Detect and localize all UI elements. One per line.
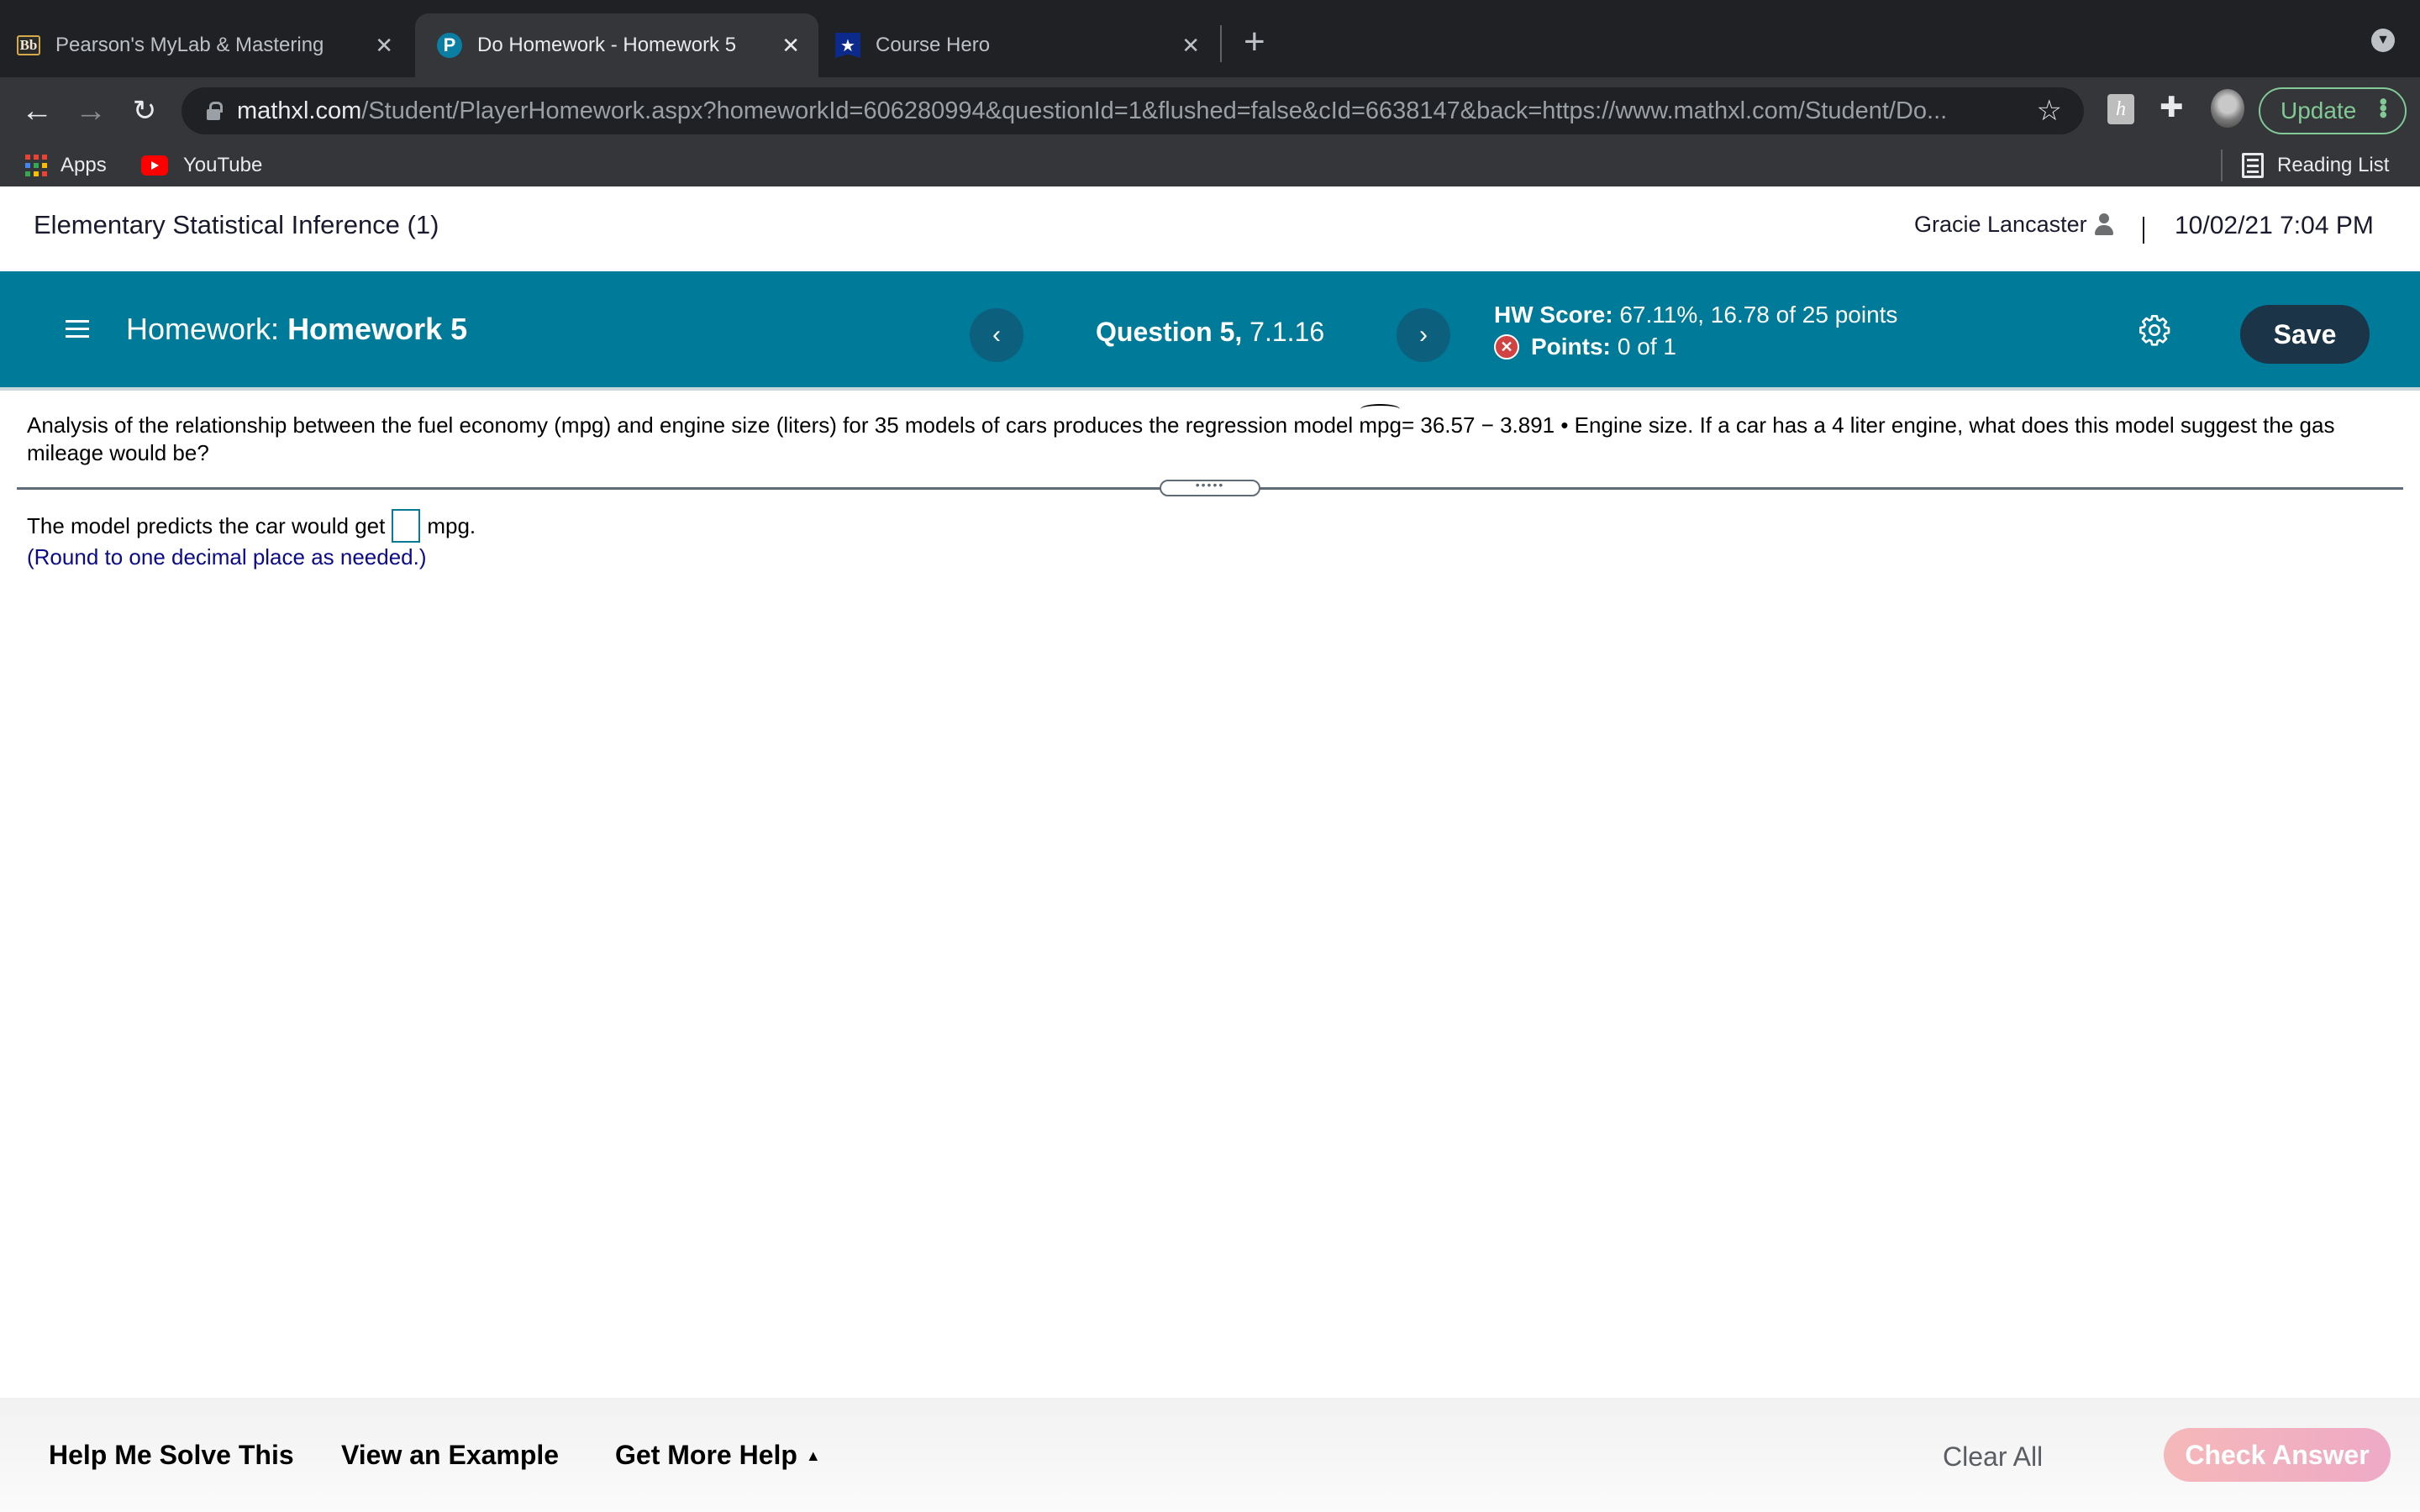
clear-all-button[interactable]: Clear All	[1943, 1441, 2043, 1473]
model-variable-hat: mpg	[1359, 404, 1402, 438]
hamburger-menu-icon[interactable]	[66, 320, 89, 339]
close-tab-icon[interactable]: ✕	[1181, 33, 1200, 59]
close-tab-icon[interactable]: ✕	[375, 33, 393, 59]
homework-name: Homework 5	[287, 312, 468, 346]
bookmarks-bar: Apps YouTube Reading List	[0, 144, 2420, 186]
browser-toolbar: ← → ↻ mathxl.com/Student/PlayerHomework.…	[0, 77, 2420, 144]
answer-suffix: mpg.	[427, 512, 476, 538]
previous-question-button[interactable]: ‹	[970, 308, 1023, 362]
new-tab-button[interactable]: +	[1244, 18, 1265, 66]
address-bar[interactable]: mathxl.com/Student/PlayerHomework.aspx?h…	[182, 87, 2084, 134]
more-menu-icon[interactable]: •••	[2370, 97, 2396, 117]
hw-score-label: HW Score:	[1494, 302, 1613, 328]
tab-course-hero[interactable]: ★ Course Hero ✕	[835, 13, 1213, 77]
extensions-puzzle-icon[interactable]: ✚	[2160, 91, 2184, 124]
lock-icon	[207, 102, 223, 120]
tab-do-homework[interactable]: P Do Homework - Homework 5 ✕	[415, 13, 818, 77]
get-more-help-button[interactable]: Get More Help ▲	[615, 1440, 821, 1471]
back-arrow-icon[interactable]: ←	[13, 87, 60, 134]
coursehero-icon: ★	[835, 33, 860, 58]
hw-score: HW Score: 67.11%, 16.78 of 25 points	[1494, 302, 1897, 328]
datetime: 10/02/21 7:04 PM	[2175, 212, 2374, 239]
save-button[interactable]: Save	[2240, 305, 2370, 364]
question-id: 7.1.16	[1249, 317, 1325, 347]
get-more-help-label: Get More Help	[615, 1440, 797, 1470]
model-equation: = 36.57 − 3.891 • Engine size.	[1401, 412, 1694, 438]
question-number: Question 5,	[1096, 317, 1243, 347]
forward-arrow-icon[interactable]: →	[67, 87, 114, 134]
extension-h-icon[interactable]: h	[2107, 94, 2134, 124]
hw-score-value: 67.11%, 16.78 of 25 points	[1619, 302, 1898, 328]
question-text: Analysis of the relationship between the…	[27, 404, 2380, 467]
caret-up-icon: ▲	[805, 1447, 821, 1464]
reading-list-icon	[2242, 153, 2264, 178]
bookmark-label: Apps	[60, 154, 107, 176]
reading-list-button[interactable]: Reading List	[2242, 151, 2389, 180]
check-answer-button[interactable]: Check Answer	[2164, 1428, 2391, 1482]
bookmark-apps[interactable]: Apps	[25, 151, 107, 180]
settings-gear-icon[interactable]	[2138, 313, 2171, 347]
answer-prefix: The model predicts the car would get	[27, 512, 386, 538]
tab-title: Pearson's MyLab & Mastering	[55, 34, 324, 56]
apps-grid-icon	[25, 155, 47, 176]
next-question-button[interactable]: ›	[1397, 308, 1450, 362]
view-example-button[interactable]: View an Example	[341, 1440, 559, 1471]
youtube-icon	[141, 155, 168, 176]
profile-avatar[interactable]	[2211, 89, 2244, 128]
close-tab-icon[interactable]: ✕	[781, 33, 800, 59]
tab-title: Do Homework - Homework 5	[477, 34, 737, 56]
browser-tab-strip: Bb Pearson's MyLab & Mastering ✕ P Do Ho…	[0, 0, 2420, 77]
tab-pearsons-mylab[interactable]: Bb Pearson's MyLab & Mastering ✕	[17, 13, 412, 77]
rounding-hint: (Round to one decimal place as needed.)	[27, 544, 427, 570]
mpg-answer-input[interactable]	[392, 509, 421, 543]
header-separator	[2143, 217, 2144, 244]
question-points: ✕ Points: 0 of 1	[1494, 333, 1676, 360]
bookmarks-separator	[2221, 150, 2223, 181]
url-text[interactable]: mathxl.com/Student/PlayerHomework.aspx?h…	[237, 97, 2002, 125]
reload-icon[interactable]: ↻	[121, 87, 168, 134]
reading-list-label: Reading List	[2277, 154, 2390, 176]
points-value: 0 of 1	[1617, 333, 1676, 360]
points-label: Points:	[1531, 333, 1611, 360]
course-title[interactable]: Elementary Statistical Inference (1)	[34, 210, 439, 240]
tab-separator	[1220, 25, 1222, 62]
tab-title: Course Hero	[876, 34, 991, 56]
pearson-icon: P	[437, 33, 462, 58]
homework-nav-bar: Homework: Homework 5 ‹ Question 5, 7.1.1…	[0, 271, 2420, 387]
tab-search-icon[interactable]: ▼	[2371, 29, 2395, 52]
course-header: Elementary Statistical Inference (1) Gra…	[0, 186, 2420, 271]
pane-resize-handle[interactable]: •••••	[1160, 479, 1260, 496]
user-icon[interactable]	[2094, 213, 2114, 237]
user-name[interactable]: Gracie Lancaster	[1914, 212, 2087, 238]
help-me-solve-button[interactable]: Help Me Solve This	[49, 1440, 294, 1471]
help-footer: Help Me Solve This View an Example Get M…	[0, 1398, 2420, 1512]
question-label: Question 5, 7.1.16	[1096, 317, 1324, 348]
question-text-before: Analysis of the relationship between the…	[27, 412, 1354, 438]
update-label: Update	[2281, 97, 2357, 123]
update-button[interactable]: Update •••	[2259, 87, 2407, 134]
bookmark-label: YouTube	[183, 154, 263, 176]
url-host: mathxl.com	[237, 97, 362, 124]
bookmark-star-icon[interactable]: ☆	[2037, 94, 2062, 128]
nav-bar-border	[0, 387, 2420, 391]
blackboard-icon: Bb	[17, 35, 40, 55]
incorrect-x-icon: ✕	[1494, 334, 1519, 360]
url-path: /Student/PlayerHomework.aspx?homeworkId=…	[361, 97, 1948, 124]
answer-line: The model predicts the car would get mpg…	[27, 509, 476, 543]
homework-prefix: Homework:	[126, 312, 280, 346]
homework-title: Homework: Homework 5	[126, 312, 467, 347]
bookmark-youtube[interactable]: YouTube	[141, 151, 262, 180]
